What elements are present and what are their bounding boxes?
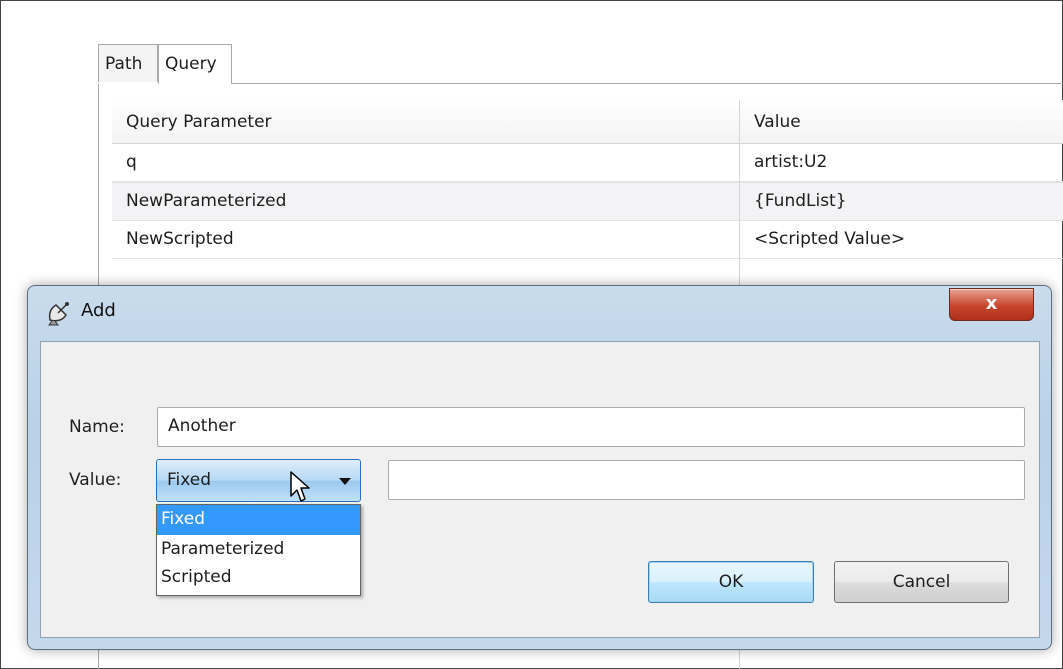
table-row[interactable]: NewParameterized {FundList} — [112, 182, 1063, 221]
add-dialog: Add x Name: Another Value: Fixed Fixed P… — [27, 285, 1052, 650]
tab-query-label: Query — [165, 54, 217, 74]
table-header: Query Parameter Value — [112, 100, 1063, 144]
name-label: Name: — [69, 417, 125, 437]
value-label: Value: — [69, 470, 122, 490]
column-header-value[interactable]: Value — [754, 112, 801, 132]
row-value: artist:U2 — [754, 152, 828, 172]
dropdown-option-fixed[interactable]: Fixed — [157, 505, 360, 535]
name-field-value: Another — [168, 416, 236, 436]
name-field[interactable]: Another — [157, 407, 1025, 447]
value-field[interactable] — [388, 460, 1025, 500]
combobox-selected-value: Fixed — [167, 470, 212, 490]
dialog-body: Name: Another Value: Fixed Fixed Paramet… — [40, 341, 1040, 638]
dropdown-option-scripted[interactable]: Scripted — [157, 563, 360, 593]
close-icon: x — [985, 293, 998, 314]
satellite-dish-icon — [48, 302, 69, 326]
column-header-query-parameter[interactable]: Query Parameter — [126, 112, 272, 132]
dropdown-option-parameterized[interactable]: Parameterized — [157, 535, 360, 565]
dialog-title: Add — [81, 300, 116, 321]
dialog-titlebar[interactable]: Add x — [28, 286, 1051, 340]
row-param: NewScripted — [126, 229, 234, 249]
tab-query[interactable]: Query — [158, 44, 232, 84]
table-row[interactable]: NewScripted <Scripted Value> — [112, 221, 1063, 259]
row-param: q — [126, 152, 137, 172]
row-value: <Scripted Value> — [754, 229, 906, 249]
value-type-dropdown: Fixed Parameterized Scripted — [156, 504, 361, 596]
mouse-pointer-icon — [290, 471, 310, 502]
tab-path[interactable]: Path — [98, 44, 158, 82]
cancel-button[interactable]: Cancel — [834, 561, 1009, 603]
tab-path-label: Path — [105, 54, 143, 74]
chevron-down-icon[interactable] — [339, 478, 351, 485]
close-button[interactable]: x — [949, 288, 1034, 321]
row-param: NewParameterized — [126, 191, 287, 211]
table-row[interactable]: q artist:U2 — [112, 144, 1063, 182]
row-value: {FundList} — [754, 191, 847, 211]
ok-button[interactable]: OK — [648, 561, 814, 603]
value-type-combobox[interactable]: Fixed — [156, 459, 361, 502]
